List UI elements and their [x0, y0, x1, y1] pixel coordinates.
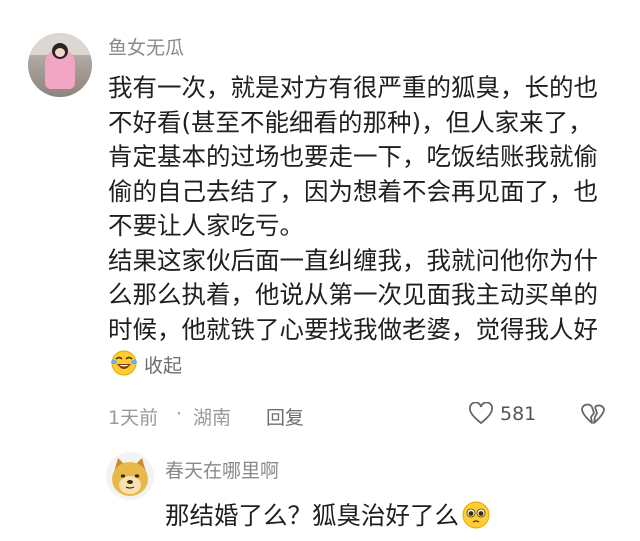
comment-time: 1天前: [108, 407, 159, 429]
comment-paragraph-2: 结果这家伙后面一直纠缠我，我就问他你为什么那么执着，他说从第一次见面我主动买单的…: [108, 244, 613, 384]
doge-avatar[interactable]: [106, 452, 154, 500]
comment-meta: 1天前 · 湖南 回复 581: [108, 400, 613, 430]
reply-username[interactable]: 春天在哪里啊: [165, 456, 279, 483]
comment-location: 湖南: [193, 407, 232, 429]
pleading-emoji-icon: [462, 501, 490, 529]
reply-button[interactable]: 回复: [266, 403, 304, 430]
comment-paragraph-1: 我有一次，就是对方有很严重的狐臭，长的也不好看(甚至不能细看的那种)，但人家来了…: [108, 73, 598, 240]
collapse-button[interactable]: 收起: [144, 355, 182, 377]
broken-heart-icon[interactable]: [580, 402, 606, 426]
comment-username[interactable]: 鱼女无瓜: [108, 33, 184, 60]
laughing-crying-emoji-icon: [111, 350, 137, 376]
reply-text: 那结婚了么？狐臭治好了么: [165, 501, 459, 530]
comment-paragraph-2-text: 结果这家伙后面一直纠缠我，我就问他你为什么那么执着，他说从第一次见面我主动买单的…: [108, 245, 598, 344]
comment-body: 我有一次，就是对方有很严重的狐臭，长的也不好看(甚至不能细看的那种)，但人家来了…: [108, 71, 613, 384]
meta-separator: ·: [176, 403, 183, 425]
heart-icon[interactable]: [468, 402, 494, 426]
like-count: 581: [500, 403, 537, 425]
user-avatar[interactable]: [28, 33, 92, 97]
reply-body: 那结婚了么？狐臭治好了么: [165, 497, 491, 532]
